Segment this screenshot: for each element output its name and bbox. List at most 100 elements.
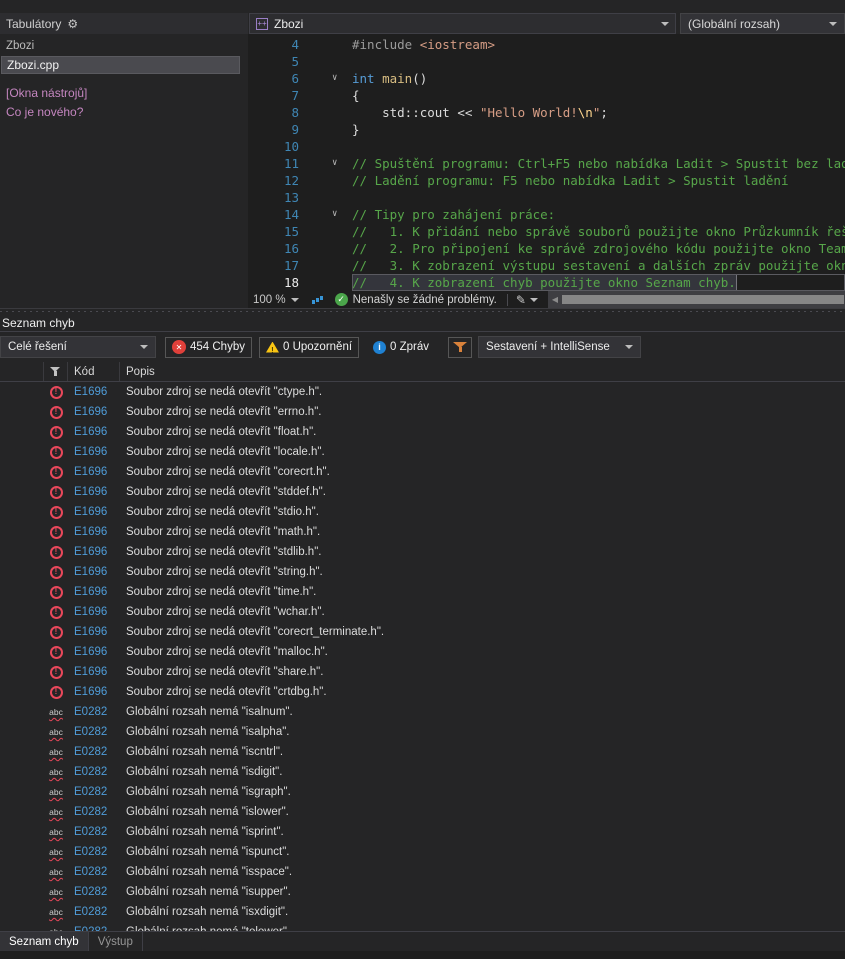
error-list-row[interactable]: !E1696Soubor zdroj se nedá otevřít "math… — [0, 522, 845, 542]
sidebar-item-zbozi-cpp[interactable]: Zbozi.cpp — [1, 56, 240, 74]
error-code-link[interactable]: E0282 — [68, 806, 120, 818]
error-list-row[interactable]: !E1696Soubor zdroj se nedá otevřít "errn… — [0, 402, 845, 422]
line-number[interactable]: 11 — [248, 155, 305, 172]
line-number[interactable]: 13 — [248, 189, 305, 206]
error-code-link[interactable]: E1696 — [68, 486, 120, 498]
code-editor[interactable]: 4#include <iostream>56∨int main()7{8 std… — [248, 34, 845, 291]
error-list-row[interactable]: !E1696Soubor zdroj se nedá otevřít "stdl… — [0, 542, 845, 562]
zoom-dropdown[interactable]: 100 % — [248, 294, 299, 306]
error-list-row[interactable]: abcE0282Globální rozsah nemá "tolower". — [0, 922, 845, 931]
error-code-link[interactable]: E1696 — [68, 586, 120, 598]
error-code-link[interactable]: E0282 — [68, 746, 120, 758]
fold-chevron-icon[interactable]: ∨ — [305, 155, 352, 172]
code-line[interactable]: 9} — [248, 121, 845, 138]
error-list-row[interactable]: abcE0282Globální rozsah nemá "iscntrl". — [0, 742, 845, 762]
document-dropdown[interactable]: Zbozi — [249, 13, 676, 34]
line-number[interactable]: 9 — [248, 121, 305, 138]
code-line[interactable]: 14∨// Tipy pro zahájení práce: — [248, 206, 845, 223]
error-list-row[interactable]: !E1696Soubor zdroj se nedá otevřít "ctyp… — [0, 382, 845, 402]
code-line[interactable]: 7{ — [248, 87, 845, 104]
error-code-link[interactable]: E1696 — [68, 446, 120, 458]
code-line[interactable]: 13 — [248, 189, 845, 206]
line-number[interactable]: 18 — [248, 274, 305, 291]
messages-toggle-button[interactable]: 0 Zpráv — [366, 337, 436, 358]
errors-toggle-button[interactable]: 454 Chyby — [165, 337, 252, 358]
line-number[interactable]: 16 — [248, 240, 305, 257]
error-code-link[interactable]: E1696 — [68, 546, 120, 558]
error-list-row[interactable]: !E1696Soubor zdroj se nedá otevřít "core… — [0, 622, 845, 642]
line-number[interactable]: 6 — [248, 70, 305, 87]
code-line[interactable]: 4#include <iostream> — [248, 36, 845, 53]
error-code-link[interactable]: E0282 — [68, 846, 120, 858]
error-list-row[interactable]: abcE0282Globální rozsah nemá "isgraph". — [0, 782, 845, 802]
line-number[interactable]: 8 — [248, 104, 305, 121]
line-number[interactable]: 14 — [248, 206, 305, 223]
error-code-link[interactable]: E1696 — [68, 626, 120, 638]
error-code-link[interactable]: E0282 — [68, 866, 120, 878]
scroll-left-arrow-icon[interactable]: ◀ — [548, 295, 562, 304]
scrollbar-thumb[interactable] — [562, 295, 844, 304]
fold-chevron-icon[interactable]: ∨ — [305, 206, 352, 223]
line-number[interactable]: 15 — [248, 223, 305, 240]
line-number[interactable]: 5 — [248, 53, 305, 70]
error-list-row[interactable]: abcE0282Globální rozsah nemá "islower". — [0, 802, 845, 822]
error-list-row[interactable]: !E1696Soubor zdroj se nedá otevřít "stdd… — [0, 482, 845, 502]
line-number[interactable]: 10 — [248, 138, 305, 155]
error-list-title-bar[interactable]: Seznam chyb — [0, 314, 845, 332]
error-list-row[interactable]: abcE0282Globální rozsah nemá "isprint". — [0, 822, 845, 842]
error-list-row[interactable]: !E1696Soubor zdroj se nedá otevřít "crtd… — [0, 682, 845, 702]
error-list-row[interactable]: !E1696Soubor zdroj se nedá otevřít "wcha… — [0, 602, 845, 622]
error-code-link[interactable]: E1696 — [68, 426, 120, 438]
error-list-row[interactable]: !E1696Soubor zdroj se nedá otevřít "loca… — [0, 442, 845, 462]
code-line[interactable]: 6∨int main() — [248, 70, 845, 87]
code-line[interactable]: 15// 1. K přidání nebo správě souborů po… — [248, 223, 845, 240]
gear-icon[interactable]: ⚙ — [67, 18, 78, 30]
error-list-row[interactable]: !E1696Soubor zdroj se nedá otevřít "stri… — [0, 562, 845, 582]
error-code-link[interactable]: E1696 — [68, 406, 120, 418]
error-list-row[interactable]: abcE0282Globální rozsah nemá "isupper". — [0, 882, 845, 902]
line-number[interactable]: 7 — [248, 87, 305, 104]
error-code-link[interactable]: E1696 — [68, 666, 120, 678]
tab-error-list[interactable]: Seznam chyb — [0, 932, 89, 951]
sidebar-link-tool-windows[interactable]: [Okna nástrojů] — [0, 86, 87, 100]
code-line[interactable]: 10 — [248, 138, 845, 155]
tab-output[interactable]: Výstup — [89, 932, 143, 951]
error-code-link[interactable]: E1696 — [68, 606, 120, 618]
error-list-row[interactable]: !E1696Soubor zdroj se nedá otevřít "floa… — [0, 422, 845, 442]
error-list-row[interactable]: !E1696Soubor zdroj se nedá otevřít "stdi… — [0, 502, 845, 522]
error-code-link[interactable]: E1696 — [68, 466, 120, 478]
horizontal-scrollbar[interactable]: ◀ — [548, 291, 845, 308]
error-code-link[interactable]: E1696 — [68, 686, 120, 698]
error-list-row[interactable]: abcE0282Globální rozsah nemá "isalnum". — [0, 702, 845, 722]
pen-dropdown[interactable]: ✎ — [516, 294, 538, 306]
header-col-severity[interactable] — [44, 362, 68, 381]
error-code-link[interactable]: E1696 — [68, 526, 120, 538]
code-line[interactable]: 17// 3. K zobrazení výstupu sestavení a … — [248, 257, 845, 274]
error-code-link[interactable]: E1696 — [68, 386, 120, 398]
error-code-link[interactable]: E0282 — [68, 766, 120, 778]
line-number[interactable]: 12 — [248, 172, 305, 189]
signal-icon[interactable] — [312, 294, 325, 305]
code-line[interactable]: 11∨// Spuštění programu: Ctrl+F5 nebo na… — [248, 155, 845, 172]
toolbox-panel-header[interactable]: Tabulátory ⚙ — [0, 13, 248, 34]
warnings-toggle-button[interactable]: 0 Upozornění — [259, 337, 359, 358]
sidebar-link-whats-new[interactable]: Co je nového? — [0, 105, 83, 119]
error-code-link[interactable]: E0282 — [68, 706, 120, 718]
error-list-row[interactable]: !E1696Soubor zdroj se nedá otevřít "shar… — [0, 662, 845, 682]
error-code-link[interactable]: E1696 — [68, 506, 120, 518]
error-code-link[interactable]: E0282 — [68, 906, 120, 918]
header-col-description[interactable]: Popis — [120, 362, 845, 381]
code-line[interactable]: 5 — [248, 53, 845, 70]
code-line[interactable]: 18// 4. K zobrazení chyb použijte okno S… — [248, 274, 845, 291]
error-code-link[interactable]: E1696 — [68, 566, 120, 578]
error-list-row[interactable]: abcE0282Globální rozsah nemá "ispunct". — [0, 842, 845, 862]
error-list-row[interactable]: !E1696Soubor zdroj se nedá otevřít "time… — [0, 582, 845, 602]
scope-dropdown[interactable]: (Globální rozsah) — [680, 13, 845, 34]
error-list-row[interactable]: abcE0282Globální rozsah nemá "isxdigit". — [0, 902, 845, 922]
error-code-link[interactable]: E0282 — [68, 826, 120, 838]
error-code-link[interactable]: E0282 — [68, 886, 120, 898]
error-list-row[interactable]: abcE0282Globální rozsah nemá "isalpha". — [0, 722, 845, 742]
scope-filter-dropdown[interactable]: Celé řešení — [0, 336, 156, 358]
code-line[interactable]: 16// 2. Pro připojení ke správě zdrojové… — [248, 240, 845, 257]
error-list-row[interactable]: abcE0282Globální rozsah nemá "isspace". — [0, 862, 845, 882]
